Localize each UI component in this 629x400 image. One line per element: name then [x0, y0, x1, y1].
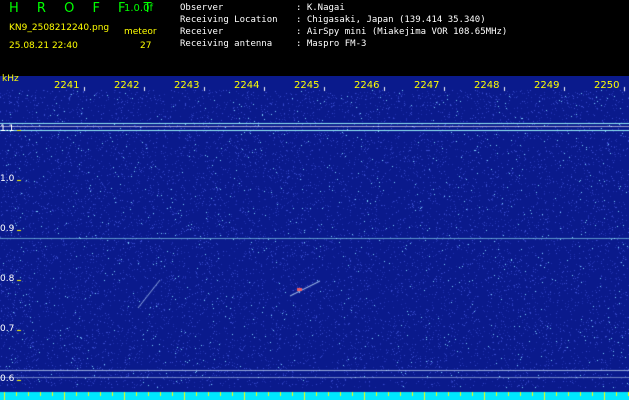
x-tick-label: 2247: [414, 80, 440, 91]
x-tick-label: 2244: [234, 80, 260, 91]
info-value-observer: : K.Nagai: [296, 3, 345, 13]
filename-label: KN9_2508212240.png: [9, 23, 110, 33]
meteor-count: 27: [140, 41, 152, 51]
header-panel: H R O F F T 1.0.0f KN9_2508212240.png me…: [0, 0, 629, 76]
x-tick-label: 2242: [114, 80, 140, 91]
x-tick-label: 2245: [294, 80, 320, 91]
x-tick-label: 2250: [594, 80, 620, 91]
info-key-location: Receiving Location: [180, 15, 278, 25]
info-value-antenna: : Maspro FM-3: [296, 39, 367, 49]
y-tick-label: 0.7: [0, 324, 15, 334]
x-tick-label: 2241: [54, 80, 80, 91]
y-tick-label: 1.0: [0, 174, 15, 184]
info-key-observer: Observer: [180, 3, 224, 13]
info-key-antenna: Receiving antenna: [180, 39, 273, 49]
y-unit-label: kHz: [2, 74, 19, 84]
meteor-label: meteor: [124, 27, 157, 37]
y-tick-label: 1.1: [0, 124, 15, 134]
spectrogram-canvas: [0, 76, 629, 400]
x-tick-label: 2243: [174, 80, 200, 91]
y-tick-label: 0.9: [0, 224, 15, 234]
version-label: 1.0.0f: [124, 3, 153, 14]
info-value-receiver: : AirSpy mini (Miakejima VOR 108.65MHz): [296, 27, 508, 37]
y-tick-label: 0.6: [0, 374, 15, 384]
x-tick-label: 2246: [354, 80, 380, 91]
y-tick-label: 0.8: [0, 274, 15, 284]
info-key-receiver: Receiver: [180, 27, 224, 37]
datetime-label: 25.08.21 22:40: [9, 41, 78, 51]
info-value-location: : Chigasaki, Japan (139.414 35.340): [296, 15, 486, 25]
x-tick-label: 2248: [474, 80, 500, 91]
x-tick-label: 2249: [534, 80, 560, 91]
